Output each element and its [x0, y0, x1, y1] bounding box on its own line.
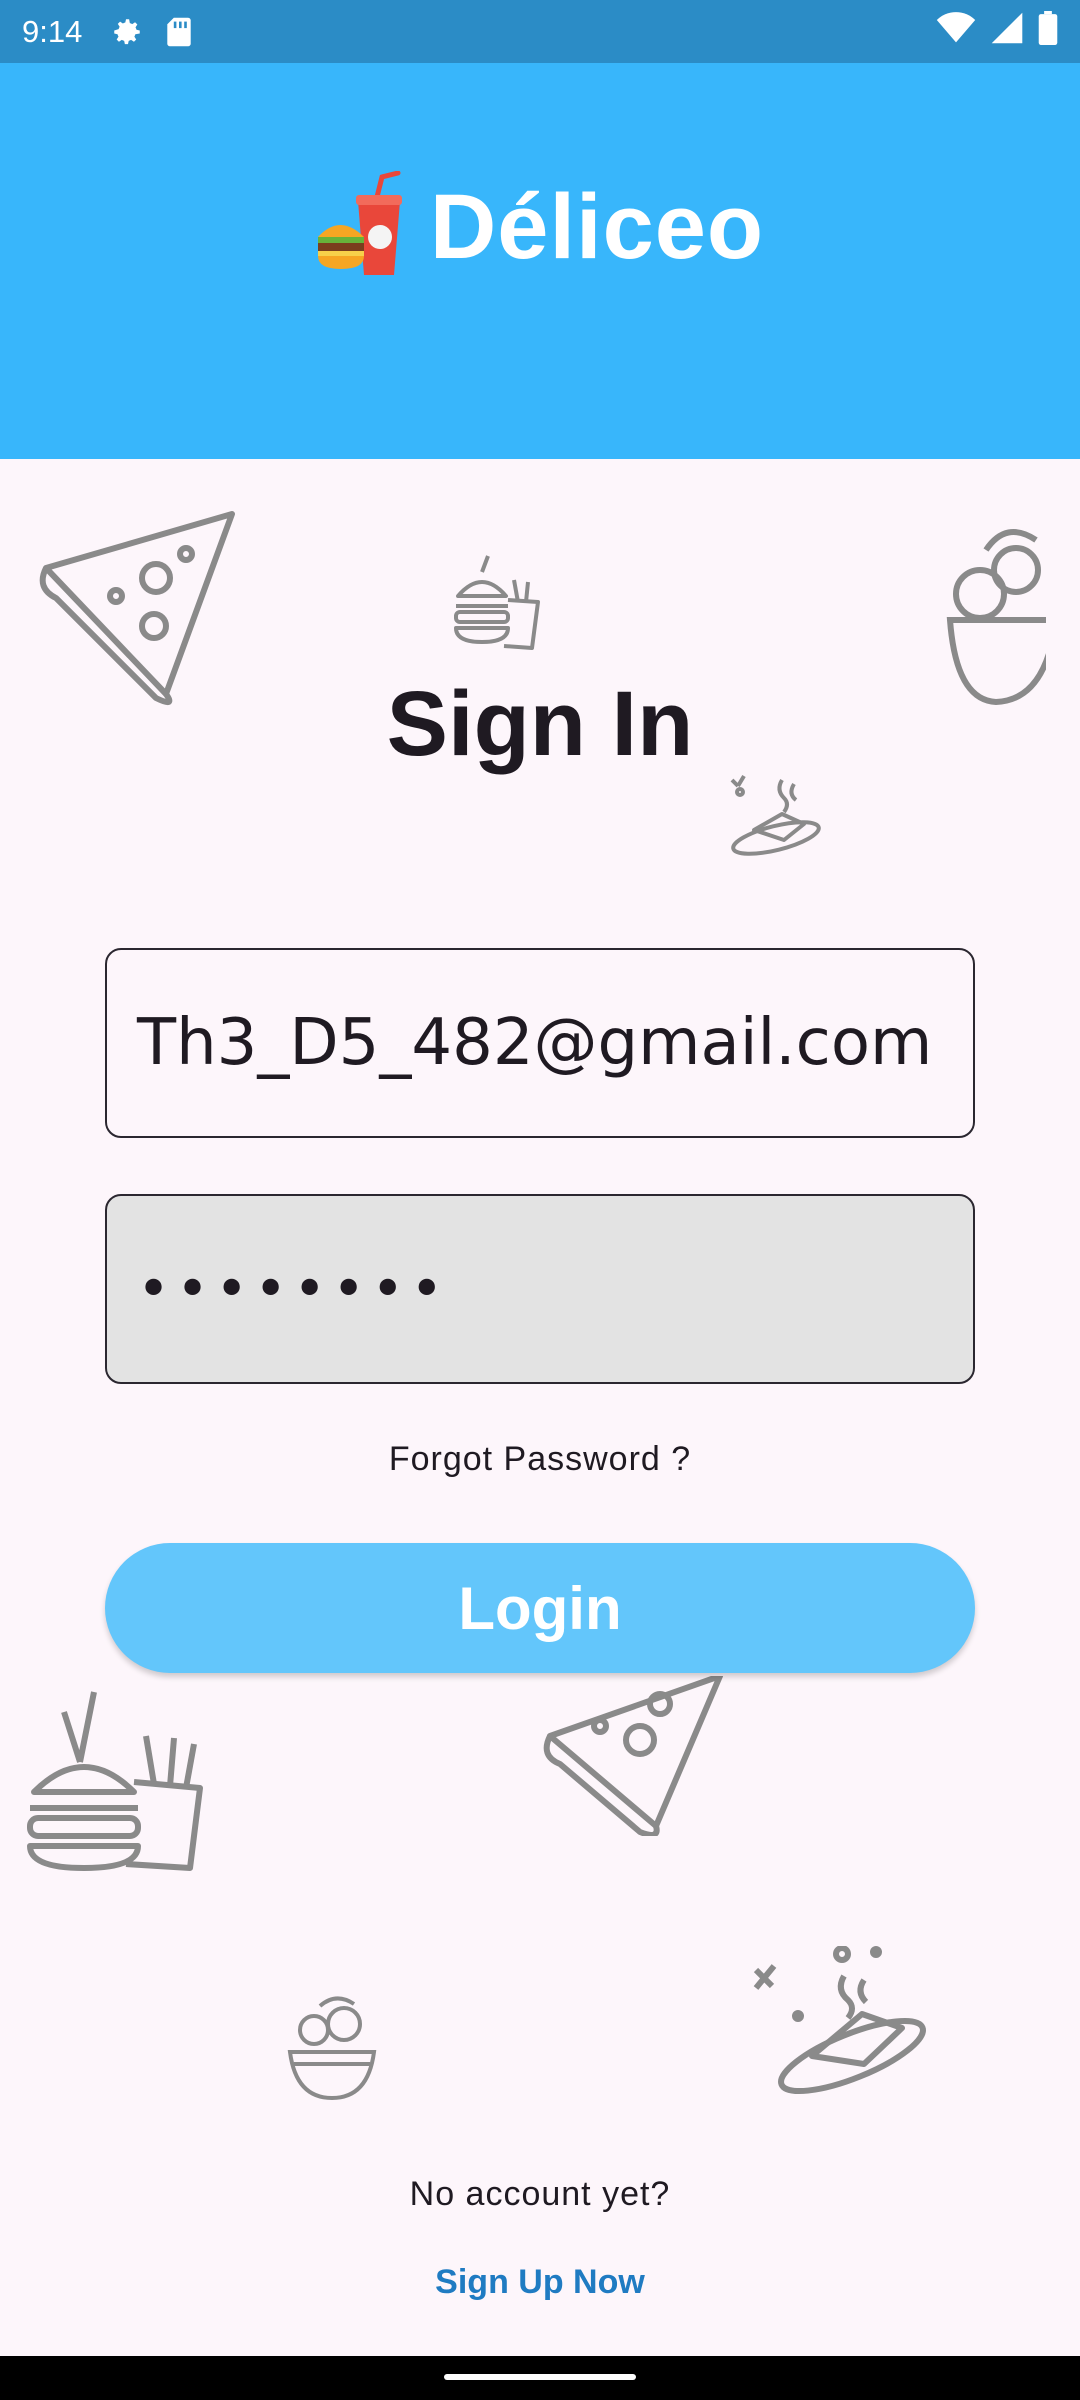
dish-icon — [726, 770, 826, 856]
dish-icon — [752, 1946, 932, 2096]
battery-icon — [1038, 10, 1058, 53]
status-time: 9:14 — [22, 13, 83, 49]
navigation-bar — [0, 2356, 1080, 2400]
app-header: Déliceo — [0, 63, 1080, 459]
settings-icon — [110, 15, 144, 49]
burger-drink-icon — [316, 170, 412, 284]
forgot-password-link[interactable]: Forgot Password ? — [0, 1440, 1080, 1479]
page-title: Sign In — [386, 673, 694, 775]
login-button[interactable]: Login — [105, 1543, 975, 1673]
sd-card-icon — [166, 16, 192, 48]
pizza-icon — [540, 1676, 730, 1836]
wifi-icon — [936, 11, 976, 52]
sign-up-link[interactable]: Sign Up Now — [0, 2263, 1080, 2302]
burger-fries-icon — [448, 552, 544, 652]
no-account-text: No account yet? — [409, 2175, 671, 2213]
app-title: Déliceo — [429, 176, 765, 278]
email-field[interactable]: Th3_D5_482@gmail.com — [105, 948, 975, 1138]
password-field[interactable]: •••••••• — [105, 1194, 975, 1384]
status-bar: 9:14 — [0, 0, 1080, 63]
signal-icon — [990, 11, 1024, 53]
salad-bowl-icon — [284, 1990, 380, 2102]
burger-fries-icon — [14, 1672, 204, 1872]
home-indicator[interactable] — [444, 2374, 636, 2380]
brand: Déliceo — [0, 170, 1080, 284]
